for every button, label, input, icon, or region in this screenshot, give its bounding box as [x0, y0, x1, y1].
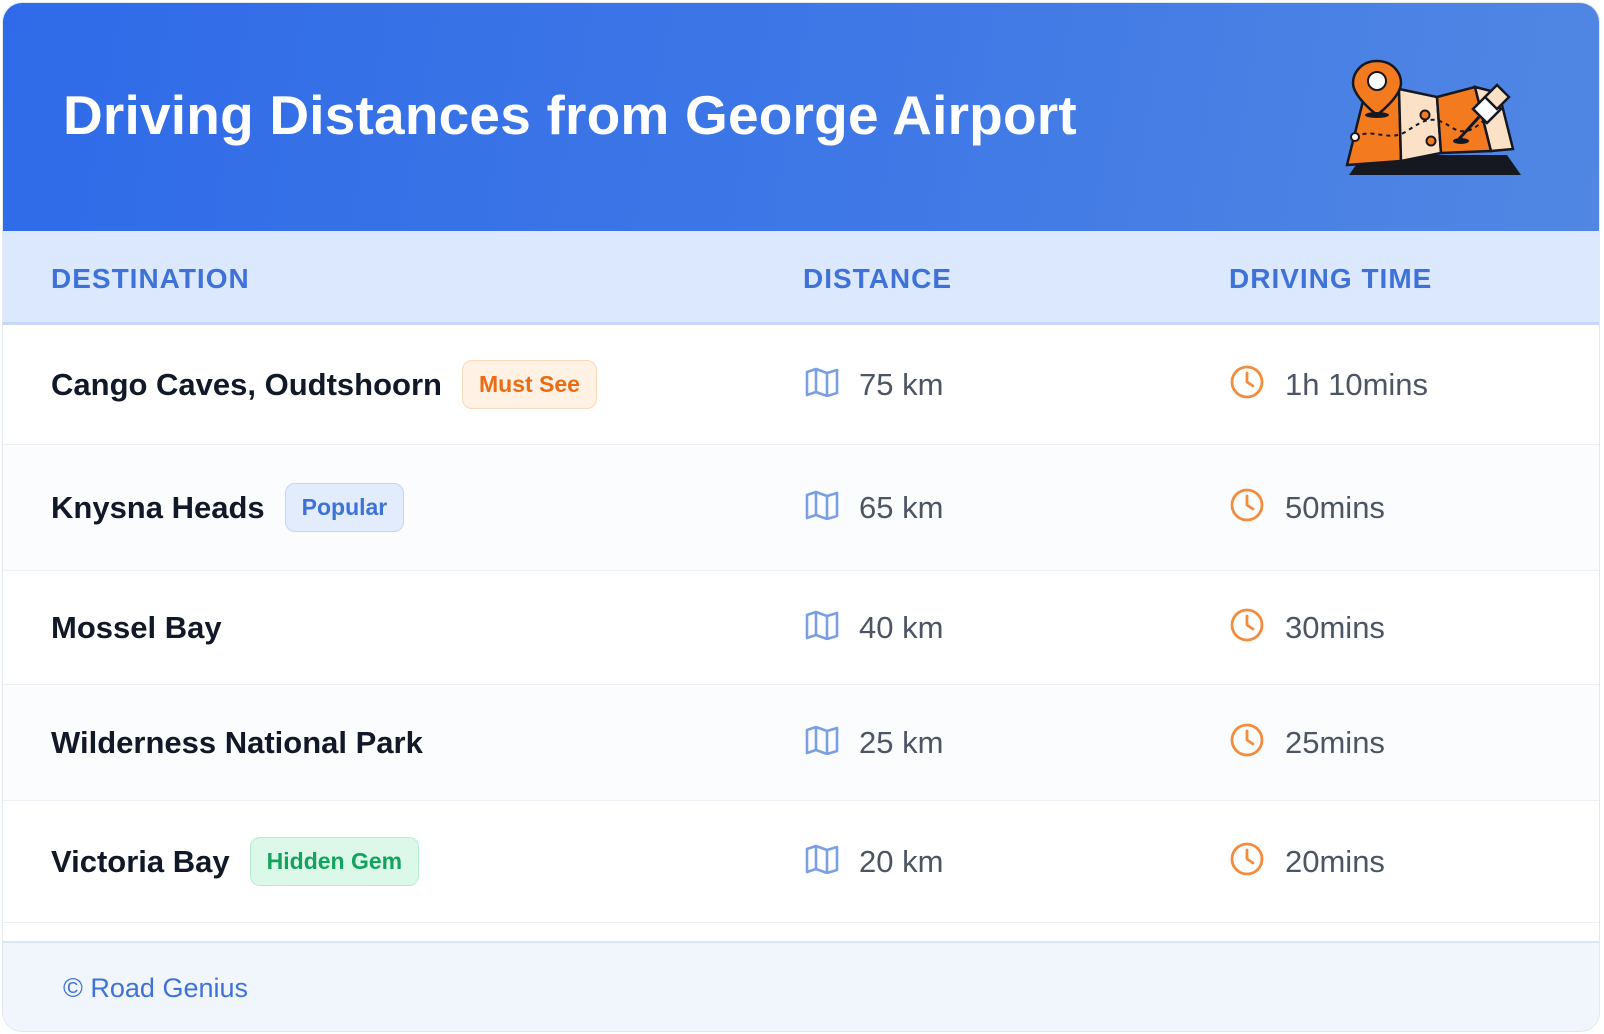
driving-time-value: 30mins [1285, 609, 1385, 645]
destination-cell: Knysna Heads Popular [51, 445, 405, 570]
map-icon [805, 844, 839, 879]
destination-name: Mossel Bay [51, 609, 222, 645]
map-icon [805, 367, 839, 402]
driving-time-cell: 30mins [1229, 571, 1385, 684]
destination-cell: Victoria Bay Hidden Gem [51, 801, 420, 922]
driving-time-cell: 20mins [1229, 801, 1385, 922]
column-header-distance: DISTANCE [803, 263, 953, 294]
destination-name: Wilderness National Park [51, 724, 423, 760]
destination-badge: Must See [461, 360, 597, 409]
distance-cell: 25 km [805, 685, 943, 800]
destination-cell: Cango Caves, Oudtshoorn Must See [51, 325, 597, 444]
driving-time-cell: 25mins [1229, 685, 1385, 800]
clock-icon [1229, 722, 1265, 763]
distance-cell: 20 km [805, 801, 943, 922]
destination-badge: Popular [284, 483, 405, 532]
map-icon [805, 610, 839, 645]
table-header: DESTINATION DISTANCE DRIVING TIME [3, 231, 1599, 325]
column-header-driving-time: DRIVING TIME [1229, 263, 1433, 294]
clock-icon [1229, 364, 1265, 405]
driving-time-cell: 50mins [1229, 445, 1385, 570]
destination-name: Cango Caves, Oudtshoorn [51, 366, 442, 402]
clock-icon [1229, 607, 1265, 648]
table-body: Cango Caves, Oudtshoorn Must See 75 km 1h 1… [3, 325, 1599, 923]
destination-badge: Hidden Gem [249, 837, 420, 886]
table-row: Cango Caves, Oudtshoorn Must See 75 km 1h 1… [3, 325, 1599, 445]
card-header: Driving Distances from George Airport [3, 3, 1599, 231]
table-row: Mossel Bay 40 km 30mins [3, 571, 1599, 685]
driving-time-value: 25mins [1285, 724, 1385, 760]
table-row: Wilderness National Park 25 km 25mins [3, 685, 1599, 801]
destination-name: Victoria Bay [51, 843, 230, 879]
distance-value: 75 km [859, 366, 944, 402]
distance-value: 40 km [859, 609, 944, 645]
driving-time-cell: 1h 10mins [1229, 325, 1428, 444]
column-header-destination: DESTINATION [51, 263, 250, 294]
distance-cell: 40 km [805, 571, 943, 684]
distance-value: 65 km [859, 489, 944, 525]
table-row: Victoria Bay Hidden Gem 20 km 20mins [3, 801, 1599, 923]
clock-icon [1229, 487, 1265, 528]
folded-map-with-pins-icon [1345, 59, 1521, 175]
table-row: Knysna Heads Popular 65 km 50mins [3, 445, 1599, 571]
driving-time-value: 50mins [1285, 489, 1385, 525]
driving-time-value: 1h 10mins [1285, 366, 1429, 402]
distance-value: 20 km [859, 843, 944, 879]
destination-cell: Mossel Bay [51, 571, 222, 684]
driving-time-value: 20mins [1285, 843, 1385, 879]
distance-cell: 65 km [805, 445, 943, 570]
destination-name: Knysna Heads [51, 489, 265, 525]
destination-cell: Wilderness National Park [51, 685, 423, 800]
copyright-text: © Road Genius [63, 973, 248, 1003]
map-icon [805, 490, 839, 525]
distance-card: Driving Distances from George Airport DE… [2, 2, 1600, 1032]
page-title: Driving Distances from George Airport [63, 84, 1077, 146]
clock-icon [1229, 841, 1265, 882]
distance-cell: 75 km [805, 325, 943, 444]
distance-value: 25 km [859, 724, 944, 760]
map-icon [805, 725, 839, 760]
card-footer: © Road Genius [3, 941, 1599, 1031]
